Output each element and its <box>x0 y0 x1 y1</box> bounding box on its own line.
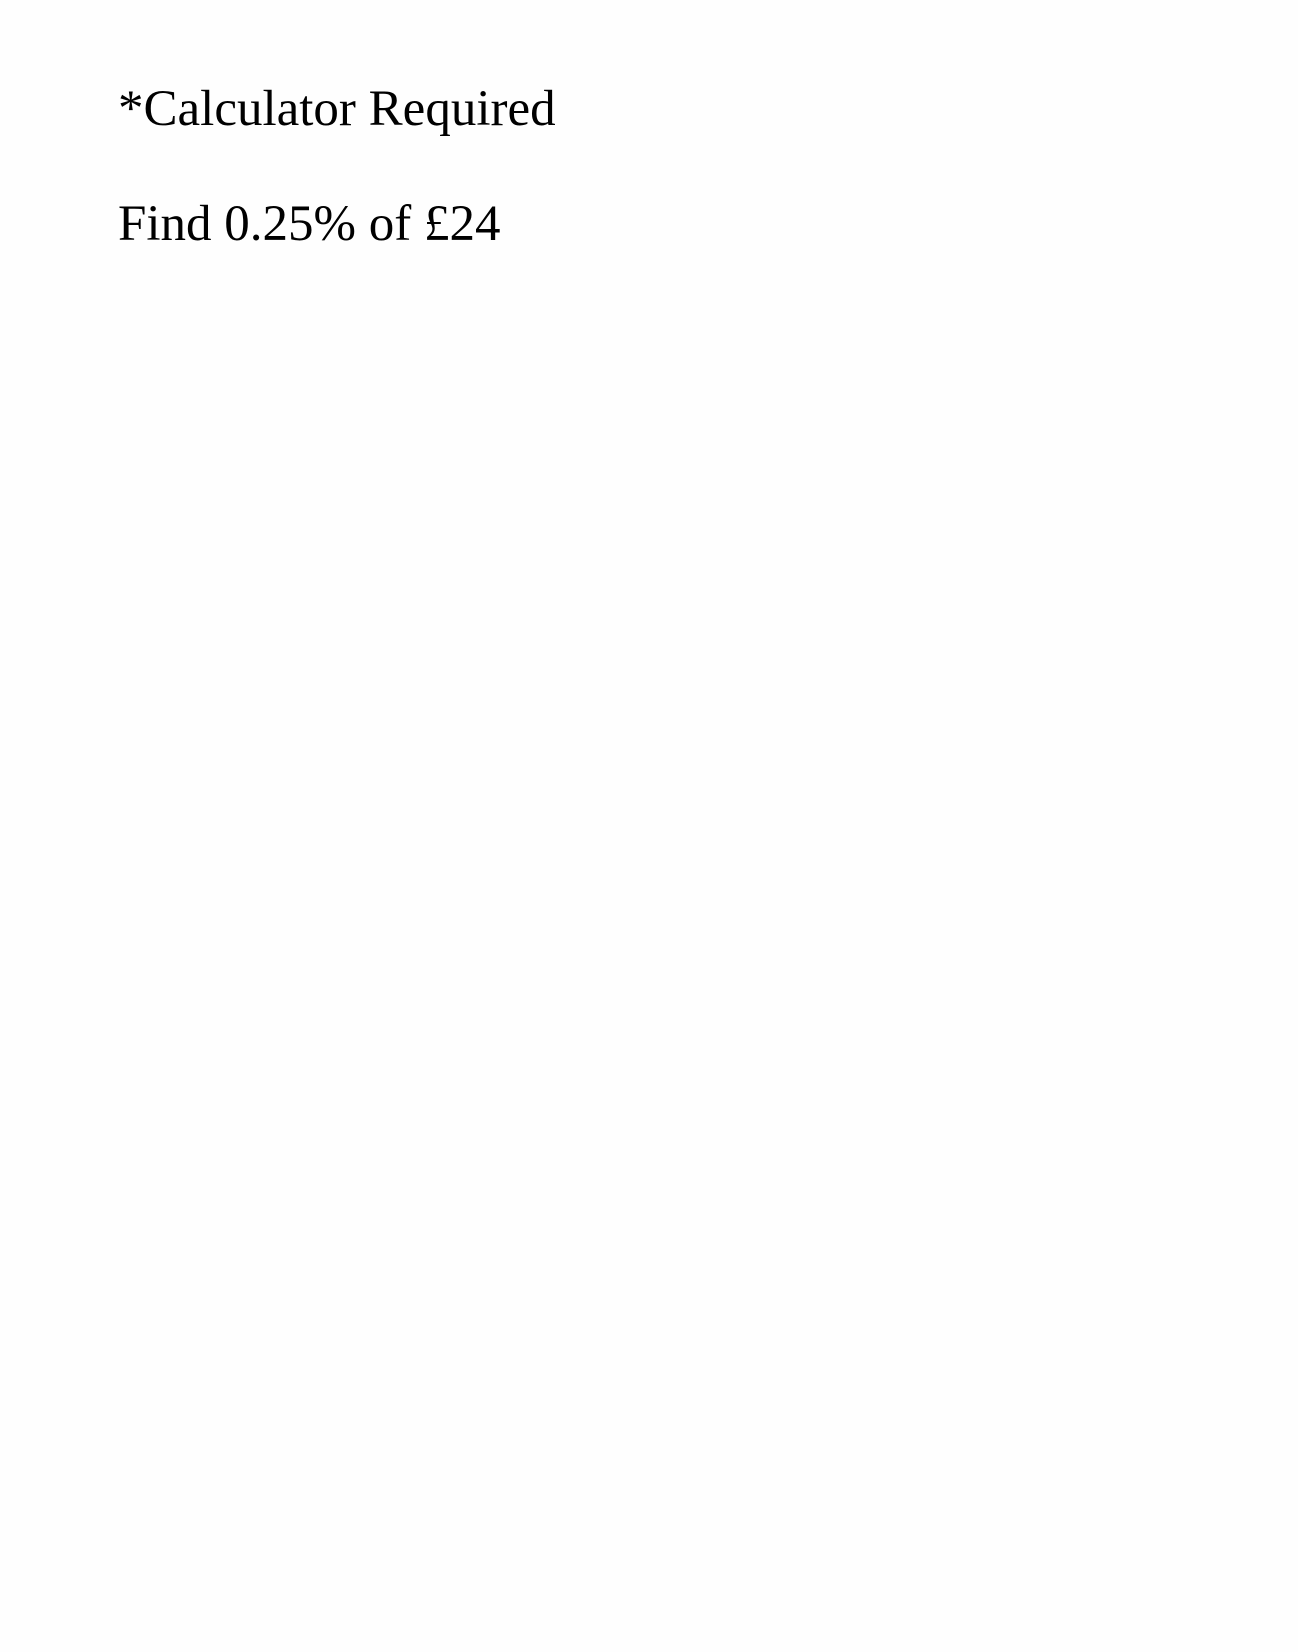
calculator-required-note: *Calculator Required <box>118 81 556 137</box>
worksheet-page: *Calculator Required Find 0.25% of £24 <box>0 0 1298 1652</box>
question-text: Find 0.25% of £24 <box>118 196 501 252</box>
